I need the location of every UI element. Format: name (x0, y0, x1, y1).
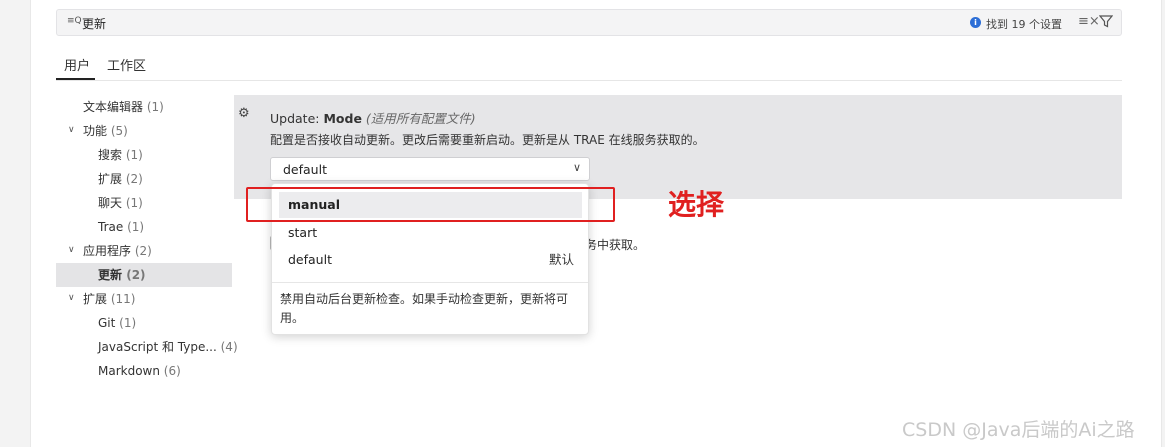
chevron-down-icon: ∨ (572, 161, 581, 174)
search-icon: ≡Q (67, 16, 82, 26)
filter-icon[interactable] (1099, 14, 1113, 28)
update-mode-select[interactable]: default ∨ (270, 157, 590, 181)
select-value: default (283, 162, 327, 177)
annotation-label: 选择 (668, 188, 725, 221)
sidebar-item-trae[interactable]: Trae (1) (98, 215, 144, 239)
chevron-down-icon[interactable]: ∨ (68, 245, 75, 255)
dropdown-option-default[interactable]: default 默认 (279, 247, 582, 273)
sidebar-item-extensions[interactable]: 扩展 (2) (98, 167, 143, 191)
sidebar-item-features[interactable]: 功能 (5) (83, 119, 128, 143)
default-tag: 默认 (548, 252, 574, 267)
clear-filter-icon[interactable]: ≡× (1078, 14, 1100, 29)
setting-description-partial: 务中获取。 (585, 238, 646, 252)
sidebar-item-application[interactable]: 应用程序 (2) (83, 239, 152, 263)
dropdown-option-start[interactable]: start (279, 220, 582, 246)
sidebar-item-javascript-typescript[interactable]: JavaScript 和 Type... (4) (98, 335, 238, 359)
chevron-down-icon[interactable]: ∨ (68, 125, 75, 135)
sidebar-item-chat[interactable]: 聊天 (1) (98, 191, 143, 215)
info-icon: i (970, 17, 981, 28)
annotation-highlight-box (246, 187, 615, 222)
sidebar-item-markdown[interactable]: Markdown (6) (98, 359, 181, 383)
watermark: CSDN @Java后端的Ai之路 (902, 419, 1135, 441)
tab-workspace[interactable]: 工作区 (107, 55, 146, 74)
setting-title: Update: Mode (适用所有配置文件) (270, 111, 476, 126)
settings-search-bar[interactable]: ≡Q 更新 i 找到 19 个设置 ≡× (56, 9, 1122, 36)
sidebar-item-text-editor[interactable]: 文本编辑器 (1) (83, 95, 164, 119)
settings-panel (30, 0, 1162, 447)
sidebar-item-git[interactable]: Git (1) (98, 311, 136, 335)
dropdown-option-description: 禁用自动后台更新检查。如果手动检查更新，更新将可用。 (280, 292, 569, 325)
search-input[interactable]: 更新 (82, 15, 106, 32)
dropdown-divider (272, 282, 588, 283)
chevron-down-icon[interactable]: ∨ (68, 293, 75, 303)
tab-user[interactable]: 用户 (64, 55, 90, 74)
sidebar-item-update[interactable]: 更新 (2) (56, 263, 232, 287)
sidebar-item-extensions-group[interactable]: 扩展 (11) (83, 287, 135, 311)
gear-icon[interactable]: ⚙ (238, 106, 250, 121)
sidebar-item-search[interactable]: 搜索 (1) (98, 143, 143, 167)
setting-description: 配置是否接收自动更新。更改后需要重新启动。更新是从 TRAE 在线服务获取的。 (270, 133, 705, 147)
tabs-divider (56, 80, 1122, 81)
search-result-count: 找到 19 个设置 (986, 18, 1062, 31)
